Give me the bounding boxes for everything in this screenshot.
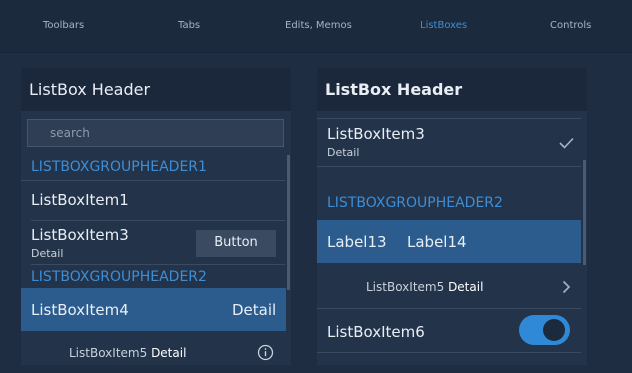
- left-list-item-3[interactable]: ListBoxItem3: [31, 226, 129, 244]
- label14: Label14: [407, 233, 467, 251]
- left-list-item-1[interactable]: ListBoxItem1: [31, 191, 129, 209]
- tab-controls[interactable]: Controls: [550, 20, 591, 31]
- divider: [31, 264, 285, 265]
- left-listbox-header: ListBox Header: [21, 68, 291, 111]
- list-button[interactable]: Button: [196, 230, 276, 257]
- right-list-item-5-label: ListBoxItem5: [366, 280, 445, 294]
- check-icon: [559, 137, 574, 149]
- left-list-item-5-detail: Detail: [151, 346, 187, 360]
- divider: [317, 352, 581, 353]
- right-list-item-3-detail: Detail: [327, 146, 360, 159]
- right-list-item-5[interactable]: ListBoxItem5 Detail: [366, 280, 483, 294]
- left-group-header-2: LISTBOXGROUPHEADER2: [31, 269, 207, 285]
- left-list-item-4-selected[interactable]: ListBoxItem4 Detail: [21, 288, 286, 331]
- search-input[interactable]: [28, 120, 283, 146]
- chevron-right-icon: [562, 280, 571, 294]
- divider: [317, 308, 581, 309]
- left-list-item-5-label: ListBoxItem5: [69, 346, 148, 360]
- left-list-item-5[interactable]: ListBoxItem5 Detail: [69, 346, 186, 360]
- top-tab-bar: Toolbars Tabs Edits, Memos ListBoxes Con…: [0, 0, 632, 53]
- left-list-item-4-detail: Detail: [232, 301, 277, 319]
- tab-toolbars[interactable]: Toolbars: [43, 20, 84, 31]
- right-header-label: ListBox Header: [325, 80, 463, 99]
- left-list-item-3-detail: Detail: [31, 247, 64, 260]
- left-scrollbar[interactable]: [287, 155, 290, 290]
- search-box[interactable]: [27, 119, 284, 147]
- divider: [21, 180, 285, 181]
- tab-tabs[interactable]: Tabs: [178, 20, 200, 31]
- right-listbox-header: ListBox Header: [317, 68, 587, 111]
- right-list-item-6[interactable]: ListBoxItem6: [327, 323, 425, 341]
- toggle-switch[interactable]: [519, 315, 570, 345]
- left-group-header-1: LISTBOXGROUPHEADER1: [31, 159, 207, 175]
- left-header-label: ListBox Header: [29, 80, 151, 99]
- left-list-item-4-label: ListBoxItem4: [31, 301, 129, 319]
- divider: [317, 118, 581, 119]
- toggle-knob: [543, 319, 565, 341]
- divider: [31, 220, 285, 221]
- right-list-item-5-detail: Detail: [448, 280, 484, 294]
- tab-listboxes[interactable]: ListBoxes: [420, 20, 467, 31]
- right-list-item-3[interactable]: ListBoxItem3: [327, 125, 425, 143]
- right-labels-row-selected[interactable]: Label13 Label14: [317, 220, 581, 263]
- right-group-header-2: LISTBOXGROUPHEADER2: [327, 195, 503, 211]
- divider: [317, 166, 581, 167]
- info-icon[interactable]: [257, 344, 274, 361]
- label13: Label13: [327, 233, 387, 251]
- tab-edits-memos[interactable]: Edits, Memos: [285, 20, 352, 31]
- right-scrollbar[interactable]: [583, 160, 586, 265]
